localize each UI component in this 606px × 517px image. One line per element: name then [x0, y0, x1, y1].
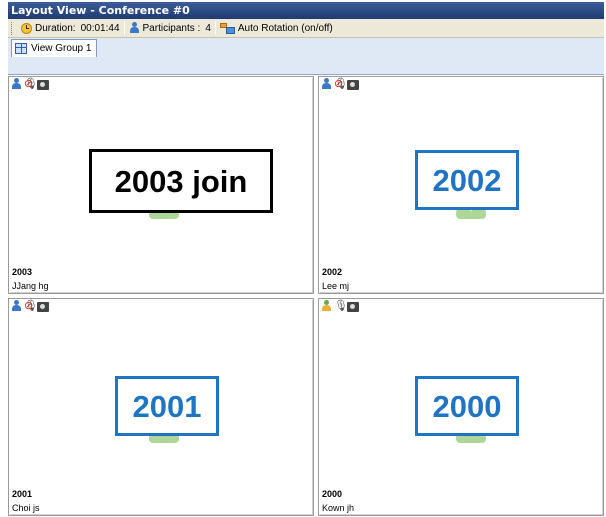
panel-status-icons: 🎙 ⊘ [321, 78, 359, 90]
participant-panel-2002[interactable]: 🎙 ⊘ 2002 2002 Lee mj [318, 76, 604, 294]
participant-name: Lee mj [322, 281, 350, 291]
callout-2000: 2000 [415, 376, 519, 436]
tab-label: View Group 1 [31, 43, 92, 54]
participants-item: Participants : 4 [125, 22, 215, 34]
auto-rotation-button[interactable]: Auto Rotation (on/off) [216, 22, 337, 34]
auto-rotation-icon [219, 22, 235, 34]
camera-icon [37, 79, 49, 90]
mic-muted-icon: 🎙 ⊘ [24, 78, 38, 90]
toolbar-grip[interactable] [11, 21, 14, 35]
callout-2003-join: 2003 join [89, 149, 273, 213]
participant-name: Kown jh [322, 503, 355, 513]
camera-icon [37, 301, 49, 312]
participant-panel-2000[interactable]: 🎙 2000 2000 Kown jh [318, 298, 604, 516]
view-group-tab-strip: View Group 1 [8, 38, 604, 75]
participant-panel-2003[interactable]: 🎙 ⊘ 2003 join 2003 JJang hg [8, 76, 314, 294]
mic-muted-icon: 🎙 ⊘ [24, 300, 38, 312]
layout-grid-icon [15, 43, 27, 54]
user-icon [11, 78, 22, 90]
duration-item: Duration: 00:01:44 [17, 22, 124, 34]
window-title: Layout View - Conference #0 [8, 2, 604, 19]
layout-view-window: Layout View - Conference #0 Duration: 00… [8, 2, 604, 517]
participant-id: 2002 [322, 267, 343, 277]
clock-icon [21, 22, 32, 34]
participant-panel-2001[interactable]: 🎙 ⊘ 2001 2001 Choi js [8, 298, 314, 516]
callout-2001: 2001 [115, 376, 219, 436]
participant-id: 2001 [12, 489, 33, 499]
user-icon [321, 78, 332, 90]
panel-status-icons: 🎙 ⊘ [11, 300, 49, 312]
callout-2002: 2002 [415, 150, 519, 210]
duration-label: Duration: [35, 22, 76, 34]
user-icon [11, 300, 22, 312]
participants-icon [129, 22, 140, 34]
mic-muted-icon: 🎙 ⊘ [334, 78, 348, 90]
mic-icon: 🎙 [334, 300, 348, 312]
participant-id: 2003 [12, 267, 33, 277]
camera-icon [347, 79, 359, 90]
participant-name: JJang hg [12, 281, 49, 291]
toolbar: Duration: 00:01:44 Participants : 4 Auto… [8, 19, 604, 38]
duration-value: 00:01:44 [80, 22, 120, 34]
participants-count: 4 [205, 22, 211, 34]
tab-view-group-1[interactable]: View Group 1 [11, 39, 98, 57]
participant-id: 2000 [322, 489, 343, 499]
user-active-icon [321, 300, 332, 312]
participants-label: Participants : [142, 22, 201, 34]
participant-name: Choi js [12, 503, 40, 513]
panel-status-icons: 🎙 ⊘ [11, 78, 49, 90]
camera-icon [347, 301, 359, 312]
auto-rotation-label: Auto Rotation (on/off) [237, 22, 333, 34]
panel-status-icons: 🎙 [321, 300, 359, 312]
